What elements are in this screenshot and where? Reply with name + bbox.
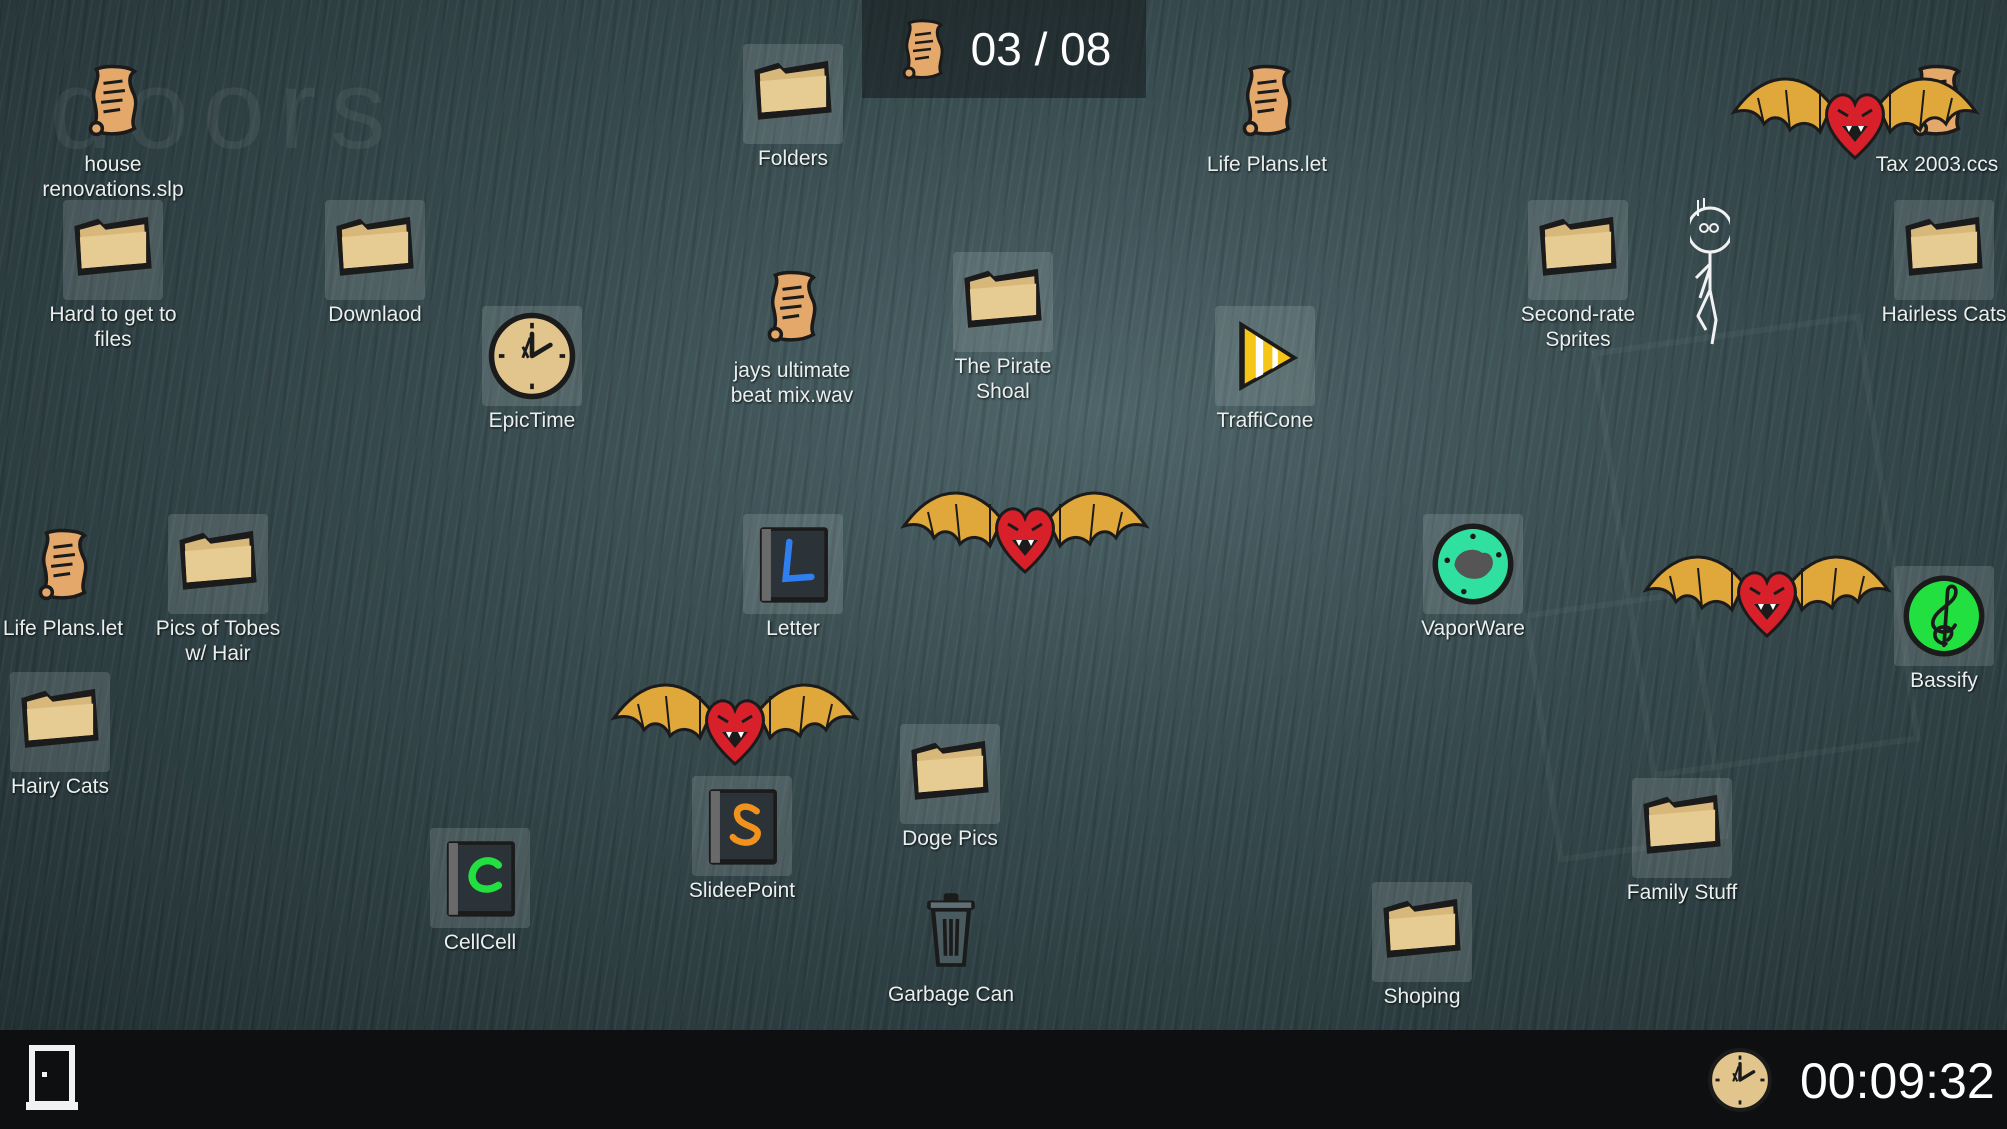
clock-icon: [1706, 1046, 1774, 1114]
icon-label: SlideePoint: [688, 879, 796, 902]
folder-shoping[interactable]: Shoping: [1352, 882, 1492, 1009]
icon-label: Downlaod: [328, 303, 422, 326]
book-letter-icon: [743, 514, 843, 614]
folder-hairless-cats[interactable]: Hairless Cats: [1874, 200, 2007, 327]
heart-bat-enemy: [1732, 77, 1978, 160]
icon-label: Hairy Cats: [10, 775, 110, 798]
scroll-icon: [63, 50, 163, 150]
trash-icon: [901, 880, 1001, 980]
file-life-plans-left[interactable]: Life Plans.let: [0, 514, 133, 641]
vapor-icon: [1423, 514, 1523, 614]
folder-the-pirate-shoal[interactable]: The Pirate Shoal: [933, 252, 1073, 404]
app-cellcell[interactable]: CellCell: [410, 828, 550, 955]
heart-bat-enemy: [1644, 555, 1890, 638]
app-vaporware[interactable]: VaporWare: [1403, 514, 1543, 641]
timer-text: 00:09:32: [1800, 1053, 1995, 1109]
icon-label: Pics of Tobes w/ Hair: [155, 617, 281, 665]
app-trafficone[interactable]: TraffiCone: [1195, 306, 1335, 433]
icon-label: Hairless Cats: [1881, 303, 2007, 326]
app-epictime[interactable]: EpicTime: [462, 306, 602, 433]
icon-label: TraffiCone: [1216, 409, 1314, 432]
folder-icon: [900, 724, 1000, 824]
icon-label: jays ultimate beat mix.wav: [730, 359, 854, 407]
icon-label: Doge Pics: [902, 827, 998, 850]
scroll-icon: [1217, 50, 1317, 150]
icon-label: Second-rate Sprites: [1520, 303, 1636, 351]
folder-hard-to-get-to-files[interactable]: Hard to get to files: [43, 200, 183, 352]
folder-icon: [325, 200, 425, 300]
counter-text: 03 / 08: [970, 23, 1112, 75]
folder-icon: [1894, 200, 1994, 300]
heart-bat-enemy: [902, 491, 1148, 574]
icon-label: Hard to get to files: [49, 303, 177, 351]
icon-label: CellCell: [443, 931, 517, 954]
book-cell-icon: [430, 828, 530, 928]
icon-label: Shoping: [1383, 985, 1461, 1008]
folder-family-stuff[interactable]: Family Stuff: [1612, 778, 1752, 905]
folder-icon: [63, 200, 163, 300]
folder-icon: [1372, 882, 1472, 982]
folder-icon: [1528, 200, 1628, 300]
icon-label: VaporWare: [1421, 617, 1525, 640]
desktop: doors house renovations.slp Folders Life P…: [0, 0, 2007, 1030]
folder-downlaod[interactable]: Downlaod: [305, 200, 445, 327]
icon-label: The Pirate Shoal: [954, 355, 1052, 403]
cone-icon: [1215, 306, 1315, 406]
icon-label: Life Plans.let: [2, 617, 124, 640]
book-slide-icon: [692, 776, 792, 876]
icon-label: Family Stuff: [1626, 881, 1738, 904]
exit-door-button[interactable]: [22, 1044, 82, 1116]
stick-figure: [1690, 198, 1730, 345]
folder-icon: [1632, 778, 1732, 878]
icon-label: Letter: [766, 617, 820, 640]
taskbar: 00:09:32: [0, 1030, 2007, 1129]
icon-label: Bassify: [1910, 669, 1978, 692]
file-life-plans-top[interactable]: Life Plans.let: [1197, 50, 1337, 177]
folder-icon: [743, 44, 843, 144]
icon-label: Folders: [757, 147, 829, 170]
clock-icon: [482, 306, 582, 406]
icon-label: house renovations.slp: [42, 153, 184, 201]
folder-icon: [168, 514, 268, 614]
icon-label: Garbage Can: [887, 983, 1015, 1006]
app-letter[interactable]: Letter: [723, 514, 863, 641]
folder-doge-pics[interactable]: Doge Pics: [880, 724, 1020, 851]
folder-second-rate-sprites[interactable]: Second-rate Sprites: [1508, 200, 1648, 352]
scroll-icon: [742, 256, 842, 356]
app-garbage-can[interactable]: Garbage Can: [881, 880, 1021, 1007]
file-house-renovations[interactable]: house renovations.slp: [42, 50, 184, 202]
folder-pics-of-tobes[interactable]: Pics of Tobes w/ Hair: [148, 514, 288, 666]
icon-label: Life Plans.let: [1206, 153, 1328, 176]
file-jays-ultimate-beat-mix[interactable]: jays ultimate beat mix.wav: [722, 256, 862, 408]
app-slideepoint[interactable]: SlideePoint: [672, 776, 812, 903]
icon-label: EpicTime: [488, 409, 576, 432]
heart-bat-enemy: [612, 683, 858, 766]
bass-icon: [1894, 566, 1994, 666]
folder-folders[interactable]: Folders: [723, 44, 863, 171]
scroll-icon: [13, 514, 113, 614]
folder-icon: [10, 672, 110, 772]
folder-icon: [953, 252, 1053, 352]
scroll-icon: [902, 19, 944, 80]
folder-hairy-cats[interactable]: Hairy Cats: [0, 672, 130, 799]
doors-counter: 03 / 08: [862, 0, 1146, 98]
